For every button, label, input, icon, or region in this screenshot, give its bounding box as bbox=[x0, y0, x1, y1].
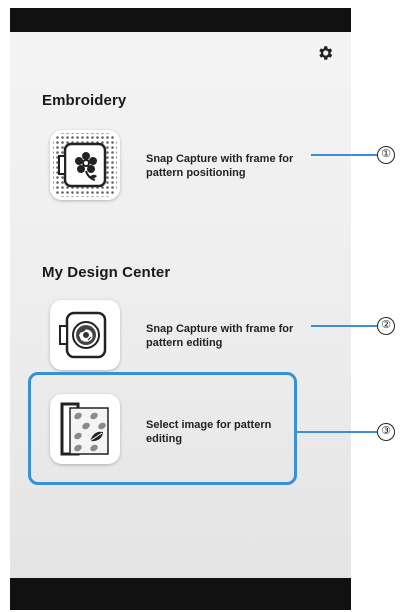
navigation-bar bbox=[10, 578, 351, 610]
section-title-my-design-center: My Design Center bbox=[42, 264, 171, 281]
design-center-snap-capture-label: Snap Capture with frame for pattern edit… bbox=[146, 323, 294, 349]
callout-line-2 bbox=[311, 325, 377, 327]
section-title-embroidery: Embroidery bbox=[42, 92, 127, 109]
selected-item-highlight bbox=[28, 372, 297, 485]
embroidery-frame-flower-icon bbox=[53, 133, 117, 197]
design-frame-pattern-icon bbox=[59, 311, 107, 359]
status-bar bbox=[10, 8, 351, 32]
callout-marker-2: ② bbox=[377, 317, 395, 335]
phone-frame: Embroidery Snap Capture with frame for p… bbox=[10, 8, 351, 610]
embroidery-snap-capture-tile[interactable] bbox=[50, 130, 120, 200]
callout-line-1 bbox=[311, 154, 377, 156]
gear-icon[interactable] bbox=[316, 44, 334, 62]
callout-marker-3: ③ bbox=[377, 423, 395, 441]
embroidery-snap-capture-label: Snap Capture with frame for pattern posi… bbox=[146, 153, 294, 179]
callout-line-3 bbox=[297, 431, 377, 433]
callout-marker-1: ① bbox=[377, 146, 395, 164]
app-screen: Embroidery Snap Capture with frame for p… bbox=[10, 32, 351, 578]
design-center-snap-capture-tile[interactable] bbox=[50, 300, 120, 370]
